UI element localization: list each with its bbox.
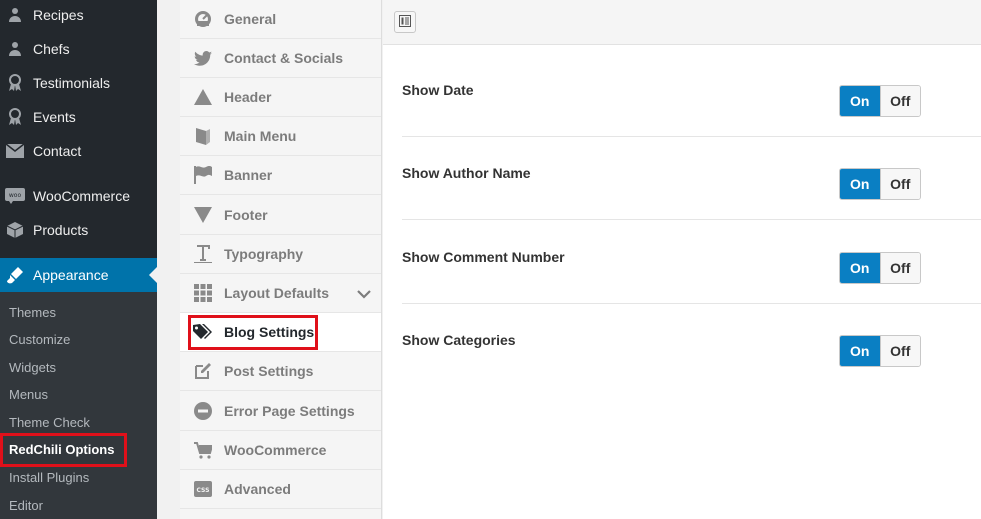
nav-item-woocommerce[interactable]: WooCommerce [180, 431, 381, 470]
triangle-down-icon [193, 205, 213, 225]
brush-icon [5, 265, 25, 285]
menu-item-label: Products [33, 222, 89, 238]
toggle-on-button[interactable]: On [840, 336, 880, 366]
toggle-on-button[interactable]: On [840, 169, 880, 199]
nav-item-typography[interactable]: Typography [180, 235, 381, 274]
highlight-box [0, 433, 127, 467]
list-view-icon [399, 14, 411, 30]
submenu-item-install-plugins[interactable]: Install Plugins [9, 467, 89, 489]
css-icon: CSS [193, 479, 213, 499]
nav-item-contact-socials[interactable]: Contact & Socials [180, 39, 381, 78]
nav-item-label: Typography [224, 246, 304, 262]
award-icon [5, 73, 25, 93]
setting-show-categories: Show Categories On Off [402, 303, 981, 387]
submenu-item-customize[interactable]: Customize [9, 329, 70, 351]
nav-item-header[interactable]: Header [180, 78, 381, 117]
edit-icon [193, 361, 213, 381]
setting-label: Show Author Name [402, 165, 531, 181]
award-icon [5, 107, 25, 127]
menu-item-label: Appearance [33, 267, 109, 283]
settings-panel: Show Date On Off Show Author Name On Off… [383, 0, 981, 519]
nav-item-banner[interactable]: Banner [180, 156, 381, 195]
menu-item-label: Testimonials [33, 75, 111, 91]
submenu-item-themes[interactable]: Themes [9, 302, 56, 324]
nav-item-post-settings[interactable]: Post Settings [180, 352, 381, 391]
menu-item-label: Contact [33, 143, 82, 159]
toggle-on-button[interactable]: On [840, 253, 880, 283]
admin-sidebar: Recipes Chefs Testimonials Events Contac… [0, 0, 157, 519]
toggle-off-button[interactable]: Off [879, 86, 920, 116]
expand-view-button[interactable] [394, 11, 416, 33]
menu-item-products[interactable]: Products [0, 213, 157, 247]
toggle-on-button[interactable]: On [840, 86, 880, 116]
submenu-item-menus[interactable]: Menus [9, 384, 48, 406]
setting-show-author-name: Show Author Name On Off [402, 136, 981, 220]
toggle-off-button[interactable]: Off [879, 336, 920, 366]
nav-item-label: General [224, 11, 277, 27]
nav-item-error-page-settings[interactable]: Error Page Settings [180, 392, 381, 431]
nav-item-advanced[interactable]: CSS Advanced [180, 470, 381, 509]
panel-header [383, 0, 981, 45]
nav-item-label: Footer [224, 207, 268, 223]
triangle-up-icon [193, 87, 213, 107]
minus-circle-icon [193, 401, 213, 421]
nav-item-label: WooCommerce [224, 442, 327, 458]
nav-item-label: Contact & Socials [224, 50, 344, 66]
nav-item-main-menu[interactable]: Main Menu [180, 117, 381, 156]
setting-show-comment-number: Show Comment Number On Off [402, 220, 981, 304]
show-comment-number-toggle[interactable]: On Off [839, 252, 921, 284]
nav-item-label: Advanced [224, 481, 291, 497]
nav-item-footer[interactable]: Footer [180, 196, 381, 235]
grid-icon [193, 283, 213, 303]
menu-item-recipes[interactable]: Recipes [0, 0, 157, 32]
show-date-toggle[interactable]: On Off [839, 85, 921, 117]
twitter-icon [193, 48, 213, 68]
nav-item-label: Header [224, 89, 272, 105]
setting-label: Show Comment Number [402, 249, 565, 265]
menu-item-label: Events [33, 109, 76, 125]
toggle-off-button[interactable]: Off [879, 253, 920, 283]
nav-item-label: Main Menu [224, 128, 297, 144]
menu-item-contact[interactable]: Contact [0, 134, 157, 168]
menu-item-chefs[interactable]: Chefs [0, 32, 157, 66]
flag-icon [193, 165, 213, 185]
submenu-item-theme-check[interactable]: Theme Check [9, 412, 90, 434]
nav-item-layout-defaults[interactable]: Layout Defaults [180, 274, 381, 313]
menu-item-woocommerce[interactable]: woo WooCommerce [0, 179, 157, 213]
submenu-item-widgets[interactable]: Widgets [9, 357, 56, 379]
menu-item-label: Chefs [33, 41, 70, 57]
appearance-submenu: Themes Customize Widgets Menus Theme Che… [0, 292, 157, 519]
toggle-off-button[interactable]: Off [879, 169, 920, 199]
book-icon [193, 126, 213, 146]
user-icon [5, 39, 25, 59]
user-icon [5, 5, 25, 25]
nav-item-label: Banner [224, 167, 273, 183]
show-author-name-toggle[interactable]: On Off [839, 168, 921, 200]
mail-icon [5, 141, 25, 161]
chevron-down-icon[interactable] [357, 286, 371, 302]
woocommerce-icon: woo [5, 186, 25, 206]
nav-item-label: Error Page Settings [224, 403, 355, 419]
menu-item-label: WooCommerce [33, 188, 130, 204]
dashboard-icon [193, 9, 213, 29]
setting-label: Show Categories [402, 332, 516, 348]
submenu-item-editor[interactable]: Editor [9, 495, 43, 517]
svg-text:CSS: CSS [197, 487, 210, 494]
box-icon [5, 220, 25, 240]
text-icon [193, 244, 213, 264]
highlight-box [188, 315, 318, 350]
menu-item-label: Recipes [33, 7, 84, 23]
options-nav: General Contact & Socials Header Main Me… [180, 0, 382, 519]
nav-item-label: Post Settings [224, 363, 314, 379]
svg-text:woo: woo [9, 192, 22, 199]
nav-item-general[interactable]: General [180, 0, 381, 39]
setting-label: Show Date [402, 82, 474, 98]
show-categories-toggle[interactable]: On Off [839, 335, 921, 367]
nav-item-label: Layout Defaults [224, 285, 330, 301]
setting-show-date: Show Date On Off [402, 53, 981, 137]
cart-icon [193, 440, 213, 460]
menu-item-appearance[interactable]: Appearance [0, 258, 157, 292]
menu-item-testimonials[interactable]: Testimonials [0, 66, 157, 100]
menu-item-events[interactable]: Events [0, 100, 157, 134]
